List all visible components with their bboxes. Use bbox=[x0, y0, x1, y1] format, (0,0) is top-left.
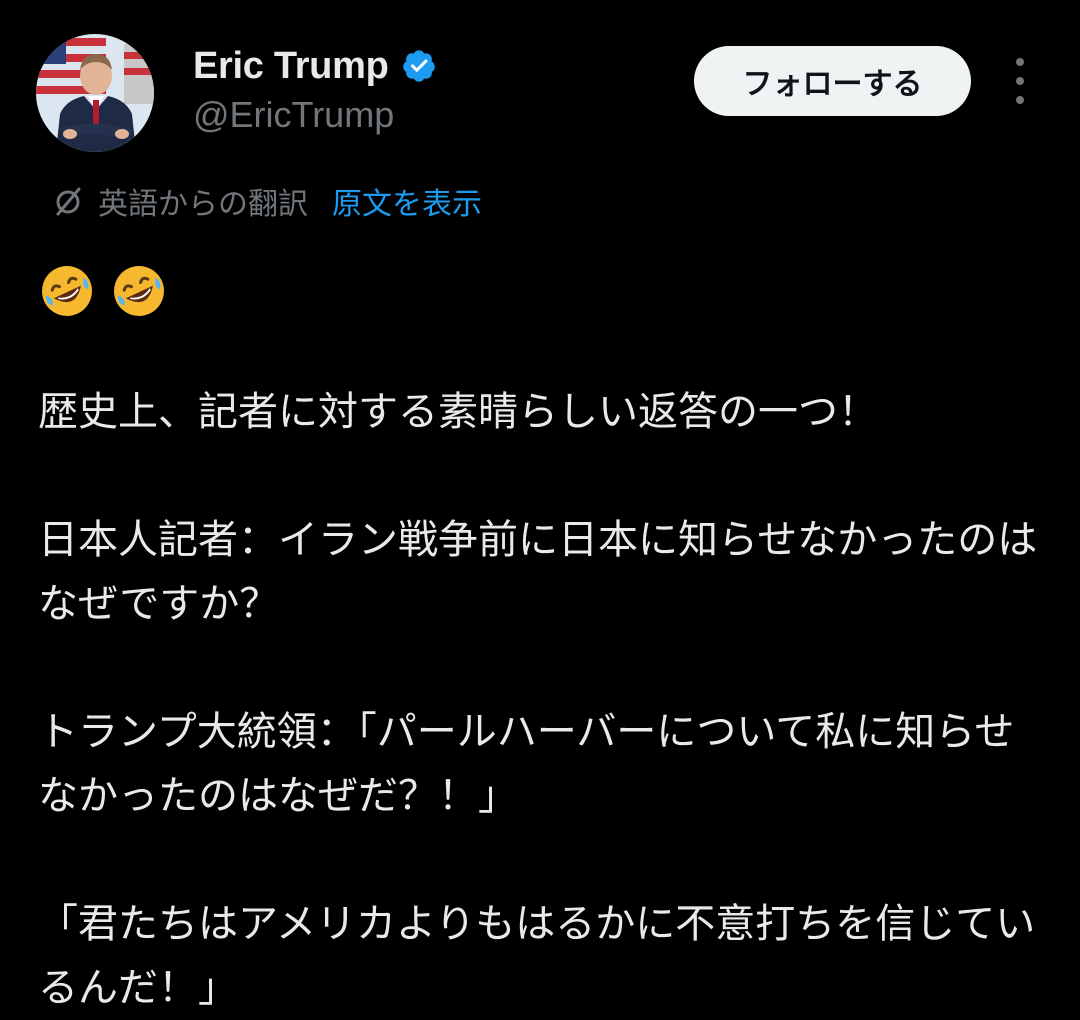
tweet-paragraph: 「君たちはアメリカよりもはるかに不意打ちを信じているんだ！」 bbox=[38, 901, 1036, 1011]
tweet-paragraph: 日本人記者：イラン戦争前に日本に知らせなかったのはなぜですか？ bbox=[38, 517, 1038, 627]
follow-button[interactable]: フォローする bbox=[694, 46, 971, 116]
translate-icon bbox=[50, 183, 86, 219]
user-handle[interactable]: @EricTrump bbox=[193, 94, 437, 136]
translation-label: 英語からの翻訳 bbox=[98, 187, 308, 222]
translation-notice: 英語からの翻訳 原文を表示 bbox=[50, 178, 482, 224]
tweet-paragraph: 歴史上、記者に対する素晴らしい返答の一つ！ bbox=[38, 389, 878, 435]
more-dot bbox=[1016, 58, 1024, 66]
avatar-image bbox=[36, 34, 154, 152]
rolling-on-floor-laughing-emoji-icon bbox=[110, 262, 168, 320]
show-original-link[interactable]: 原文を表示 bbox=[332, 179, 482, 223]
name-row: Eric Trump bbox=[193, 40, 437, 92]
tweet-header: Eric Trump @EricTrump フォローする bbox=[0, 0, 1080, 170]
more-dot bbox=[1016, 77, 1024, 85]
more-options-icon[interactable] bbox=[1000, 58, 1040, 104]
avatar[interactable] bbox=[36, 34, 154, 152]
profile-identity: Eric Trump @EricTrump bbox=[193, 40, 437, 136]
rolling-on-floor-laughing-emoji-icon bbox=[38, 262, 96, 320]
display-name[interactable]: Eric Trump bbox=[193, 45, 389, 88]
emoji-row bbox=[38, 262, 168, 320]
more-dot bbox=[1016, 96, 1024, 104]
verified-badge-icon bbox=[401, 48, 437, 84]
tweet-text: 歴史上、記者に対する素晴らしい返答の一つ！ 日本人記者：イラン戦争前に日本に知ら… bbox=[38, 380, 1048, 1020]
tweet-paragraph: トランプ大統領：「パールハーバーについて私に知らせなかったのはなぜだ？！」 bbox=[38, 709, 1015, 819]
